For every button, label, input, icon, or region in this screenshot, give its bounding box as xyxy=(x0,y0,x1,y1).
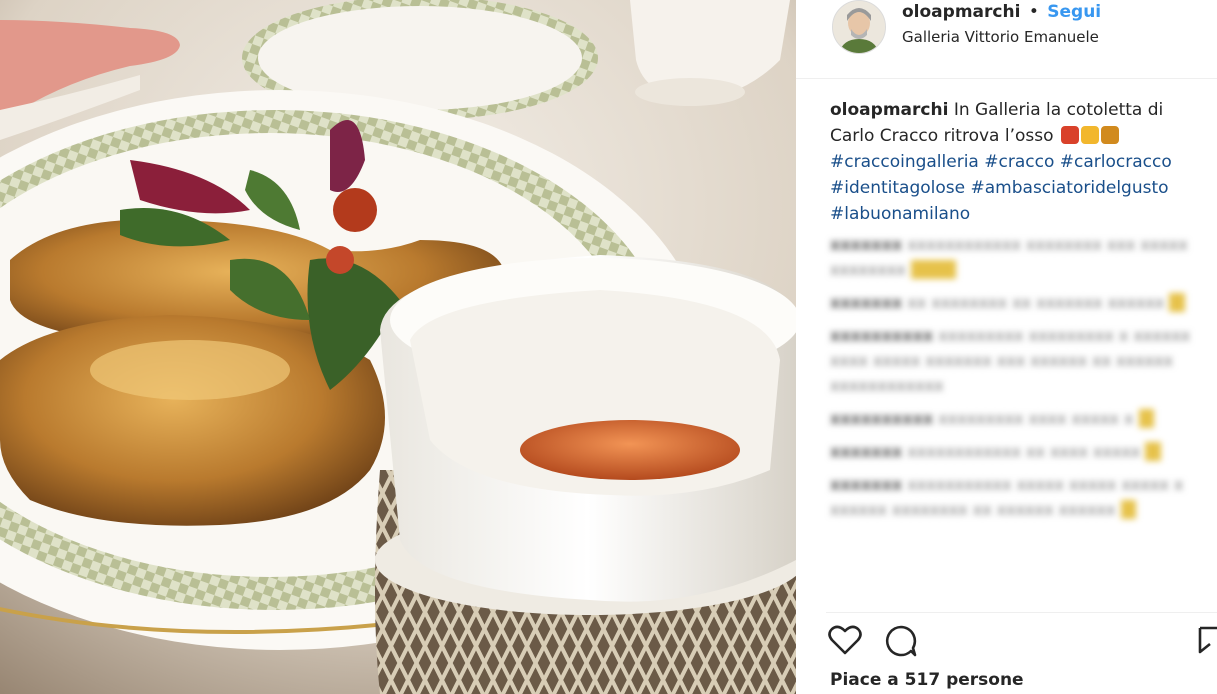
food-photo-illustration xyxy=(0,0,796,694)
hashtag-link[interactable]: #identitagolose xyxy=(830,178,965,198)
hashtag-link[interactable]: #labuonamilano xyxy=(830,204,970,224)
thumbs-up-emoji-icon xyxy=(1080,126,1099,144)
comment-blurred: xxxxxxx xxxxxxxxxxxx xxxxxxxx xxx xxxxx … xyxy=(830,235,1188,279)
post-author-line: oloapmarchi • Segui xyxy=(902,2,1101,22)
post-caption: oloapmarchi In Galleria la cotoletta di … xyxy=(830,97,1210,227)
comment-blurred: xxxxxxx xx xxxxxxxx xx xxxxxxx xxxxxx ■ xyxy=(830,293,1185,312)
comment-blurred: xxxxxxx xxxxxxxxxxxx xx xxxx xxxxx ■ xyxy=(830,442,1161,461)
comments-list: xxxxxxx xxxxxxxxxxxx xxxxxxxx xxx xxxxx … xyxy=(830,232,1210,530)
post-photo[interactable] xyxy=(0,0,796,694)
avatar[interactable] xyxy=(832,0,886,54)
follow-button[interactable]: Segui xyxy=(1047,2,1101,22)
hashtag-link[interactable]: #cracco xyxy=(984,152,1054,172)
comment-blurred: xxxxxxx xxxxxxxxxxx xxxxx xxxxx xxxxx x … xyxy=(830,475,1184,519)
hashtag-link[interactable]: #craccoingalleria xyxy=(830,152,979,172)
post-header: oloapmarchi • Segui Galleria Vittorio Em… xyxy=(796,0,1217,79)
hashtag-link[interactable]: #carlocracco xyxy=(1060,152,1172,172)
post-actions xyxy=(828,624,1217,660)
collision-emoji-icon xyxy=(1060,126,1079,144)
author-username[interactable]: oloapmarchi xyxy=(902,2,1020,22)
party-popper-emoji-icon xyxy=(1100,126,1119,144)
heart-icon[interactable] xyxy=(828,624,862,660)
like-count[interactable]: Piace a 517 persone xyxy=(830,670,1024,690)
location-link[interactable]: Galleria Vittorio Emanuele xyxy=(902,28,1099,46)
share-icon[interactable] xyxy=(1198,624,1217,660)
comment-blurred: xxxxxxxxxx xxxxxxxxx xxxx xxxxx x ■ xyxy=(830,409,1154,428)
hashtag-link[interactable]: #ambasciatoridelgusto xyxy=(971,178,1169,198)
comment-blurred: xxxxxxxxxx xxxxxxxxx xxxxxxxxx x xxxxxx … xyxy=(830,326,1191,395)
caption-username[interactable]: oloapmarchi xyxy=(830,100,948,120)
avatar-portrait-icon xyxy=(833,1,885,53)
separator-dot: • xyxy=(1028,2,1039,22)
comment-icon[interactable] xyxy=(884,624,918,662)
actions-divider xyxy=(826,612,1217,613)
post-side-panel: oloapmarchi • Segui Galleria Vittorio Em… xyxy=(796,0,1217,694)
